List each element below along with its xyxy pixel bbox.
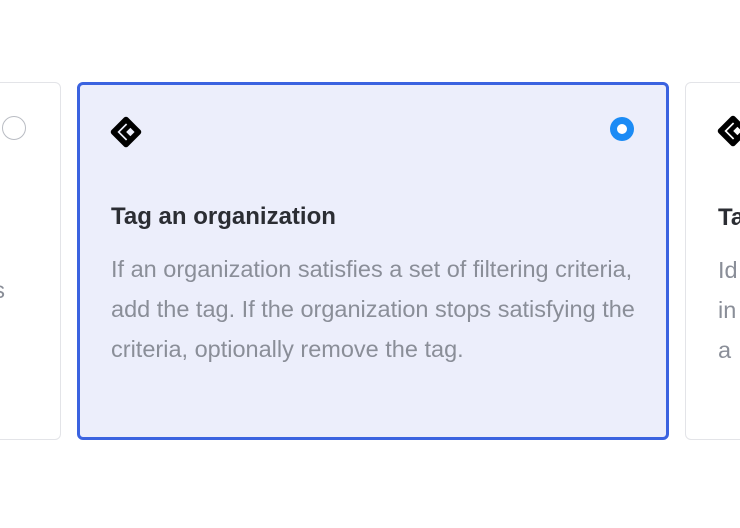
option-card-tag-organization[interactable]: Tag an organization If an organization s… (77, 82, 669, 440)
option-card-next[interactable]: Ta Id in a (685, 82, 740, 440)
description-line: in (718, 297, 737, 323)
option-radio-unselected[interactable] (2, 116, 26, 140)
option-card-carousel: s Tag an organization If an organization… (0, 0, 740, 528)
option-title: Tag an organization (111, 203, 336, 230)
tag-icon (717, 115, 740, 147)
option-radio-selected[interactable] (610, 117, 634, 141)
description-line: Id (718, 257, 738, 283)
option-title-fragment: Ta (718, 204, 740, 231)
description-line: a (718, 337, 732, 363)
option-description-fragment: Id in a (718, 250, 740, 370)
tag-icon (110, 116, 142, 148)
option-description-fragment: s (0, 270, 5, 310)
option-description: If an organization satisfies a set of fi… (111, 256, 635, 362)
option-card-previous[interactable]: s (0, 82, 61, 440)
